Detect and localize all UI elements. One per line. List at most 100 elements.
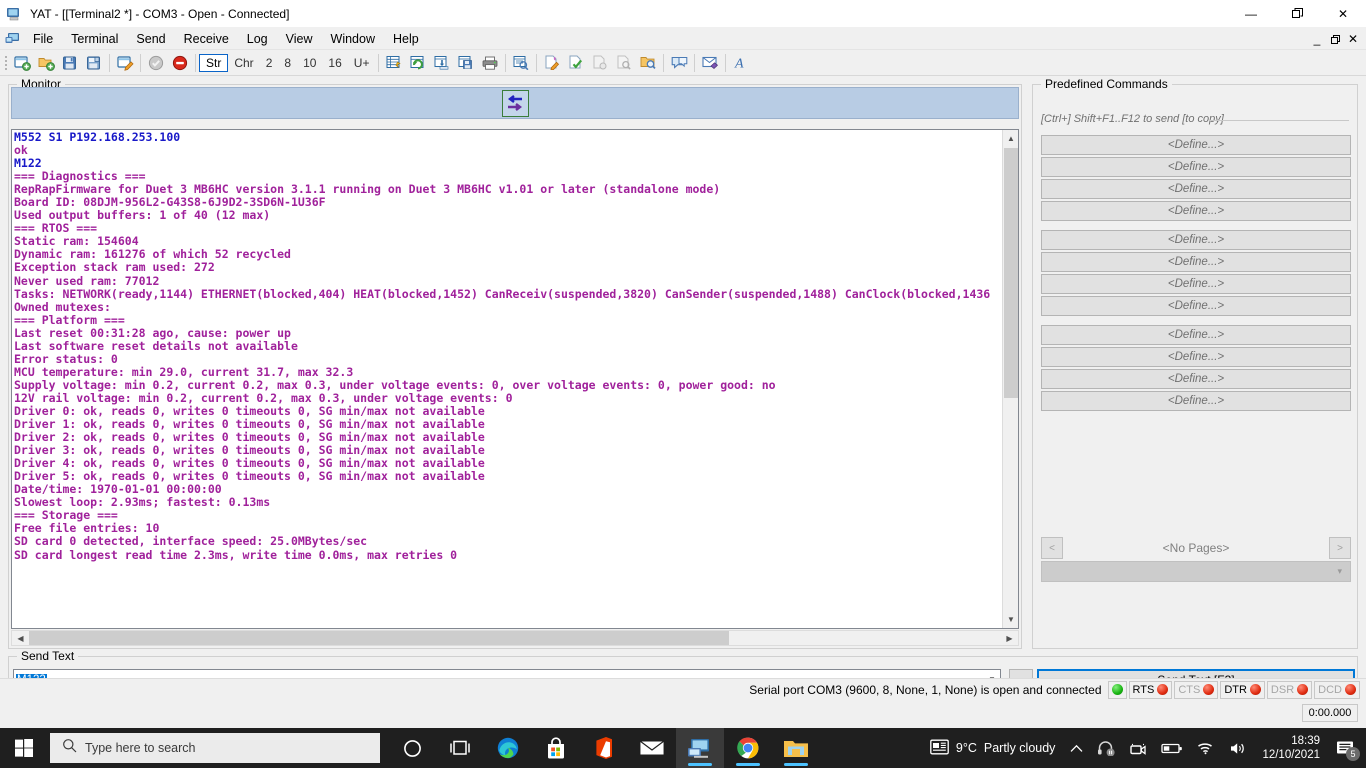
- menu-view[interactable]: View: [277, 30, 322, 48]
- log-open-dir-icon[interactable]: [636, 51, 660, 74]
- terminal-line-received: ok: [14, 143, 28, 158]
- predefined-command-button-10[interactable]: <Define...>: [1041, 347, 1351, 367]
- camera-icon[interactable]: [1122, 728, 1154, 768]
- predefined-command-button-6[interactable]: <Define...>: [1041, 252, 1351, 272]
- radix-dec-button[interactable]: 10: [297, 55, 322, 71]
- terminal-stop-icon[interactable]: [168, 51, 192, 74]
- window-minimize-button[interactable]: —: [1228, 0, 1274, 28]
- menu-file[interactable]: File: [24, 30, 62, 48]
- menu-window[interactable]: Window: [322, 30, 384, 48]
- save-terminal-icon[interactable]: [58, 51, 82, 74]
- chevron-up-icon[interactable]: [1063, 728, 1090, 768]
- predefined-next-page-button[interactable]: >: [1329, 537, 1351, 559]
- signal-indicator-dtr: DTR: [1220, 680, 1265, 699]
- windows-logo-icon[interactable]: [0, 728, 48, 768]
- format-font-icon[interactable]: A: [729, 51, 753, 74]
- open-terminal-icon[interactable]: [34, 51, 58, 74]
- predefined-page-select[interactable]: ▾: [1041, 561, 1351, 582]
- terminal-horizontal-scrollbar[interactable]: ◀ ▶: [11, 630, 1019, 646]
- google-chrome-icon[interactable]: [724, 728, 772, 768]
- bidirectional-arrows-icon[interactable]: [501, 89, 529, 117]
- save-terminal-as-icon[interactable]: [82, 51, 106, 74]
- predefined-command-button-9[interactable]: <Define...>: [1041, 325, 1351, 345]
- search-input[interactable]: Type here to search: [50, 733, 380, 763]
- microsoft-edge-icon[interactable]: [484, 728, 532, 768]
- yat-terminal-icon[interactable]: [676, 728, 724, 768]
- mdi-minimize-button[interactable]: _: [1308, 29, 1326, 49]
- terminal-line-received: === Platform ===: [14, 312, 125, 327]
- print-icon[interactable]: [478, 51, 502, 74]
- autoaction-icon[interactable]: [698, 51, 722, 74]
- microsoft-office-icon[interactable]: [580, 728, 628, 768]
- menu-send[interactable]: Send: [127, 30, 174, 48]
- edit-terminal-settings-icon[interactable]: [113, 51, 137, 74]
- predefined-command-button-2[interactable]: <Define...>: [1041, 157, 1351, 177]
- menu-terminal[interactable]: Terminal: [62, 30, 127, 48]
- microsoft-store-icon[interactable]: [532, 728, 580, 768]
- refresh-icon[interactable]: [406, 51, 430, 74]
- radix-str-button[interactable]: Str: [199, 53, 229, 72]
- file-explorer-icon[interactable]: [772, 728, 820, 768]
- connection-status-indicator: [1107, 680, 1127, 699]
- send-text-label: Send Text: [17, 649, 79, 663]
- window-close-button[interactable]: ✕: [1320, 0, 1366, 28]
- volume-icon[interactable]: [1222, 728, 1254, 768]
- task-view-icon[interactable]: [436, 728, 484, 768]
- menu-log[interactable]: Log: [238, 30, 277, 48]
- mdi-restore-button[interactable]: [1326, 29, 1344, 49]
- radix-hex-button[interactable]: 16: [322, 55, 347, 71]
- autoresponse-icon[interactable]: [667, 51, 691, 74]
- predefined-prev-page-button[interactable]: <: [1041, 537, 1063, 559]
- horizontal-scroll-thumb[interactable]: [29, 631, 729, 645]
- serial-signal-indicators: RTS CTS DTR DSR DCD: [1128, 680, 1363, 699]
- find-icon[interactable]: [509, 51, 533, 74]
- predefined-command-button-5[interactable]: <Define...>: [1041, 230, 1351, 250]
- app-icon: [0, 6, 28, 22]
- terminal-start-icon[interactable]: [144, 51, 168, 74]
- menu-help[interactable]: Help: [384, 30, 428, 48]
- predefined-command-button-3[interactable]: <Define...>: [1041, 179, 1351, 199]
- scroll-down-arrow-icon[interactable]: ▼: [1003, 611, 1018, 628]
- show-line-numbers-icon[interactable]: [382, 51, 406, 74]
- predefined-command-button-11[interactable]: <Define...>: [1041, 369, 1351, 389]
- mail-icon[interactable]: [628, 728, 676, 768]
- scroll-left-arrow-icon[interactable]: ◀: [12, 631, 29, 645]
- horizontal-scroll-track[interactable]: [29, 631, 1001, 645]
- headset-icon[interactable]: [1090, 728, 1122, 768]
- radix-chr-button[interactable]: Chr: [228, 55, 259, 71]
- vertical-scroll-thumb[interactable]: [1004, 148, 1018, 398]
- copy-to-file-icon[interactable]: [430, 51, 454, 74]
- toolbar-grip[interactable]: [2, 54, 10, 72]
- menu-receive[interactable]: Receive: [175, 30, 238, 48]
- notification-center-button[interactable]: 5: [1328, 728, 1362, 768]
- radix-unicode-button[interactable]: U+: [348, 55, 376, 71]
- window-maximize-button[interactable]: [1274, 0, 1320, 28]
- terminal-output-area[interactable]: M552 S1 P192.168.253.100 ok M122 === Diagno…: [11, 129, 1019, 629]
- predefined-command-button-12[interactable]: <Define...>: [1041, 391, 1351, 411]
- log-on-icon[interactable]: [564, 51, 588, 74]
- cortana-icon[interactable]: [388, 728, 436, 768]
- log-clear-icon[interactable]: [588, 51, 612, 74]
- terminal-vertical-scrollbar[interactable]: ▲ ▼: [1002, 130, 1018, 628]
- signal-led-icon: [1249, 684, 1261, 695]
- scroll-up-arrow-icon[interactable]: ▲: [1003, 130, 1018, 147]
- log-settings-icon[interactable]: [540, 51, 564, 74]
- log-view-icon[interactable]: [612, 51, 636, 74]
- radix-oct-button[interactable]: 8: [278, 55, 297, 71]
- predefined-command-button-1[interactable]: <Define...>: [1041, 135, 1351, 155]
- radix-bin-button[interactable]: 2: [260, 55, 279, 71]
- new-terminal-icon[interactable]: [10, 51, 34, 74]
- app-open-indicator: [688, 763, 712, 766]
- predefined-command-button-8[interactable]: <Define...>: [1041, 296, 1351, 316]
- predefined-command-button-4[interactable]: <Define...>: [1041, 201, 1351, 221]
- save-to-file-icon[interactable]: [454, 51, 478, 74]
- predefined-command-button-7[interactable]: <Define...>: [1041, 274, 1351, 294]
- terminal-line-received: Error status: 0: [14, 351, 118, 366]
- wifi-icon[interactable]: [1190, 728, 1222, 768]
- scroll-right-arrow-icon[interactable]: ▶: [1001, 631, 1018, 645]
- clock-widget[interactable]: 18:39 12/10/2021: [1254, 728, 1328, 768]
- mdi-close-button[interactable]: ✕: [1344, 29, 1362, 49]
- weather-widget[interactable]: 9°C Partly cloudy: [922, 739, 1064, 758]
- signal-label: DTR: [1224, 683, 1247, 696]
- battery-icon[interactable]: [1154, 728, 1190, 768]
